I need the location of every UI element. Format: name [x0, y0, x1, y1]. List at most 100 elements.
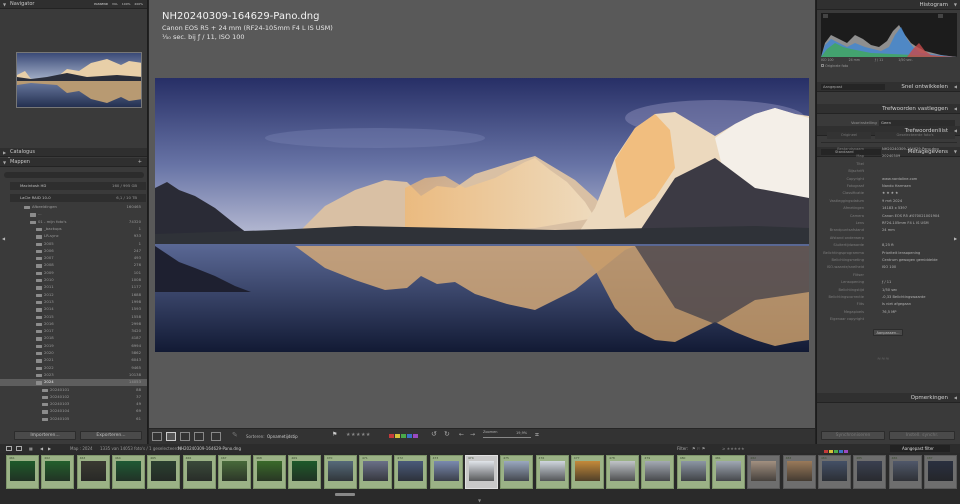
- color-label-swatch[interactable]: [407, 434, 412, 438]
- metadata-value[interactable]: 1/50 sec: [882, 287, 897, 294]
- filmstrip-thumbnail[interactable]: 481: [712, 455, 745, 489]
- collapse-triangle-icon[interactable]: ▼: [954, 0, 957, 10]
- folder-row[interactable]: ...: [0, 211, 147, 217]
- metadata-value[interactable]: ISO 100: [882, 264, 896, 271]
- folder-row[interactable]: 20240105 61: [0, 416, 147, 422]
- expand-triangle-icon[interactable]: ◀: [954, 82, 957, 92]
- sync-metadata-button[interactable]: Synchroniseren: [821, 431, 885, 440]
- metadata-value[interactable]: Centrum gewogen gemiddelde: [882, 257, 938, 264]
- filmstrip-thumbnail[interactable]: 487: [923, 455, 957, 489]
- histogram[interactable]: [821, 13, 957, 57]
- expand-triangle-icon[interactable]: ◀: [954, 104, 957, 114]
- filmstrip-selected-file[interactable]: NH20240309-164629-Pano.dng: [178, 444, 241, 453]
- rotate-right-icon[interactable]: ↻: [444, 430, 450, 438]
- filmstrip-thumbnail[interactable]: 464: [111, 455, 145, 489]
- metadata-value[interactable]: 24 mm: [882, 227, 895, 234]
- folder-row[interactable]: 2023 10138: [0, 372, 147, 378]
- folder-row[interactable]: 20240104 69: [0, 408, 147, 414]
- zoom-slider[interactable]: [483, 437, 531, 438]
- folder-row[interactable]: 20240101 88: [0, 387, 147, 393]
- filmstrip-thumbnail[interactable]: 483: [782, 455, 816, 489]
- collapse-triangle-icon[interactable]: ▼: [3, 158, 6, 167]
- sync-settings-button[interactable]: Instell. synchr.: [889, 431, 955, 440]
- folder-row[interactable]: 2017 3420: [0, 328, 147, 334]
- filmstrip-thumbnail[interactable]: 485: [853, 455, 887, 489]
- grid-icon[interactable]: ▦: [29, 444, 33, 453]
- histogram-header[interactable]: Histogram ▼: [817, 0, 960, 10]
- collapse-triangle-icon[interactable]: ▼: [3, 0, 6, 9]
- checkbox-icon[interactable]: [821, 64, 824, 67]
- folder-row[interactable]: LR-sync 933: [0, 233, 147, 239]
- metadata-value[interactable]: 14183 x 5397: [882, 205, 907, 212]
- folder-row[interactable]: 2011 1177: [0, 284, 147, 290]
- folder-row[interactable]: 2010 1008: [0, 277, 147, 283]
- shadow-clipping-icon[interactable]: [823, 14, 828, 18]
- flag-icon[interactable]: ⚑: [332, 431, 337, 438]
- zoom-option-fit[interactable]: PASSEND: [94, 2, 108, 6]
- loupe-view-icon[interactable]: [166, 432, 176, 441]
- expand-triangle-icon[interactable]: ◀: [954, 393, 957, 403]
- folder-row[interactable]: 20240103 49: [0, 401, 147, 407]
- metadata-value[interactable]: 8,25 ft: [882, 242, 894, 249]
- folder-row[interactable]: 2022 9465: [0, 365, 147, 371]
- folder-row[interactable]: _backups 1: [0, 226, 147, 232]
- tab-selected-photos[interactable]: Geselecteerde foto's: [875, 132, 955, 139]
- volume-row[interactable]: Macintosh HD 160 / 995 GB: [10, 182, 146, 190]
- filmstrip-thumbnail[interactable]: 465: [147, 455, 181, 489]
- folder-row[interactable]: 2020 5862: [0, 350, 147, 356]
- color-labels[interactable]: [389, 434, 419, 440]
- folder-row[interactable]: 01 - mijn foto's 74320: [0, 219, 147, 225]
- grid-view-icon[interactable]: [152, 432, 162, 441]
- folder-row[interactable]: 2008 276: [0, 262, 147, 268]
- folder-row[interactable]: 2016 2998: [0, 321, 147, 327]
- navigator-preview[interactable]: [16, 52, 142, 108]
- metadata-value[interactable]: Prioriteit lensopening: [882, 250, 920, 257]
- filmstrip-thumbnail[interactable]: 470: [323, 455, 357, 489]
- zoom-option-100[interactable]: 100%: [122, 2, 131, 6]
- monitor-2-icon[interactable]: [16, 446, 22, 451]
- filmstrip-thumbnail[interactable]: 468: [253, 455, 287, 489]
- compare-view-icon[interactable]: [180, 432, 190, 441]
- main-photo[interactable]: [155, 78, 809, 352]
- folder-row[interactable]: 2014 1593: [0, 306, 147, 312]
- filmstrip-thumbnail[interactable]: 482: [747, 455, 781, 489]
- zoom-option-fill[interactable]: VUL: [112, 2, 118, 6]
- folder-row[interactable]: 2021 6043: [0, 357, 147, 363]
- filmstrip-thumbnail[interactable]: 477: [570, 455, 604, 489]
- back-arrow-icon[interactable]: ◀: [40, 444, 43, 453]
- people-view-icon[interactable]: [211, 432, 221, 441]
- import-button[interactable]: Importeren...: [14, 431, 76, 440]
- keywording-header[interactable]: Trefwoorden vastleggen ◀: [817, 104, 960, 114]
- sort-dropdown[interactable]: Opnametijdstip: [267, 434, 298, 439]
- catalog-header[interactable]: ▶ Catalogus: [0, 148, 147, 157]
- filter-dropdown[interactable]: Aangepast filter: [890, 445, 950, 452]
- crop-icon[interactable]: ⌗: [535, 431, 539, 440]
- survey-view-icon[interactable]: [194, 432, 204, 441]
- filmstrip-thumbnail[interactable]: 480: [676, 455, 710, 489]
- folder-row[interactable]: 2015 1558: [0, 314, 147, 320]
- left-panel-toggle-icon[interactable]: ◀: [2, 236, 5, 241]
- color-label-swatch[interactable]: [401, 434, 406, 438]
- filmstrip-thumbnail[interactable]: 466: [182, 455, 216, 489]
- metadata-value[interactable]: ★ ★ ★ ★: [882, 190, 898, 197]
- rotate-left-icon[interactable]: ↺: [431, 430, 437, 438]
- folder-row[interactable]: 2018 4187: [0, 335, 147, 341]
- filmstrip-thumbnail[interactable]: 484: [817, 455, 851, 489]
- right-panel-toggle-icon[interactable]: ▶: [954, 236, 957, 241]
- volume-row[interactable]: LaCie RAID 10-0 6,1 / 10 TB: [10, 194, 146, 202]
- folder-row[interactable]: 2019 6994: [0, 343, 147, 349]
- folder-row[interactable]: 2012 1688: [0, 292, 147, 298]
- folder-search-bar[interactable]: [4, 172, 144, 178]
- folder-row[interactable]: 2007 493: [0, 255, 147, 261]
- filmstrip-thumbnail[interactable]: 486: [888, 455, 922, 489]
- filmstrip-thumbnail[interactable]: 472: [394, 455, 428, 489]
- expand-triangle-icon[interactable]: ▶: [3, 148, 6, 157]
- metadata-value[interactable]: Is niet afgegaan: [882, 301, 911, 308]
- filmstrip-scrollbar[interactable]: [335, 493, 355, 496]
- filmstrip-thumbnail[interactable]: 474: [464, 455, 498, 489]
- filter-flag-icons[interactable]: ⚑ ⚐ ⚑: [692, 444, 705, 453]
- add-folder-icon[interactable]: +: [138, 158, 142, 167]
- folder-row[interactable]: 2024 14053: [0, 379, 147, 386]
- filmstrip-thumbnail[interactable]: 463: [76, 455, 110, 489]
- folder-row[interactable]: 2005 1: [0, 241, 147, 247]
